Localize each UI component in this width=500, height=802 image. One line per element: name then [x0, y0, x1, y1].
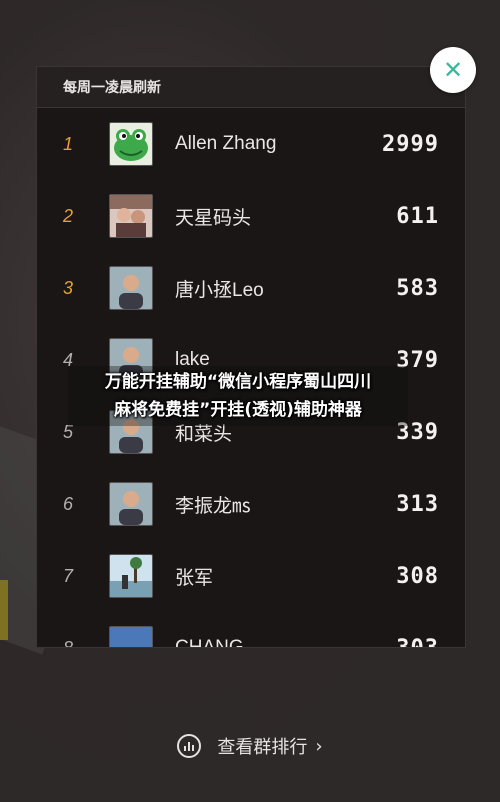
player-score: 308: [396, 563, 439, 589]
view-group-ranking-link[interactable]: 查看群排行 ›: [0, 728, 500, 764]
leaderboard-row[interactable]: 1 Allen Zhang 2999: [37, 108, 465, 180]
close-icon: ✕: [442, 56, 464, 84]
chevron-right-icon: ›: [315, 735, 323, 757]
player-name: 李振龙㎳: [175, 495, 252, 517]
player-score: 2999: [382, 131, 439, 157]
player-score: 303: [396, 635, 439, 648]
player-score: 583: [396, 275, 439, 301]
view-group-ranking-label: 查看群排行: [217, 737, 308, 758]
avatar: [109, 482, 153, 526]
player-name: CHANG: [175, 637, 244, 648]
overlay-line-2: 麻将免费挂”开挂(透视)辅助神器: [114, 400, 362, 420]
avatar: [109, 122, 153, 166]
rank-number: 3: [63, 277, 74, 298]
rank-number: 6: [63, 493, 74, 514]
leaderboard-row[interactable]: 8 CHANG 303: [37, 612, 465, 648]
rank-number: 8: [63, 637, 74, 648]
player-score: 313: [396, 491, 439, 517]
player-score: 611: [396, 203, 439, 229]
panel-header: 每周一凌晨刷新: [37, 67, 465, 108]
overlay-line-1: 万能开挂辅助“微信小程序蜀山四川: [104, 372, 372, 392]
close-button[interactable]: ✕: [430, 47, 476, 93]
player-name: 张军: [175, 567, 214, 589]
avatar: [109, 266, 153, 310]
player-name: 唐小拯Leo: [175, 279, 264, 301]
leaderboard-row[interactable]: 2 天星码头 611: [37, 180, 465, 252]
background-accent: [0, 580, 8, 640]
avatar: [109, 554, 153, 598]
player-name: Allen Zhang: [175, 133, 277, 154]
player-name: 天星码头: [175, 207, 252, 229]
bar-chart-icon: [177, 734, 202, 758]
leaderboard-row[interactable]: 6 李振龙㎳ 313: [37, 468, 465, 540]
rank-number: 1: [63, 133, 74, 154]
avatar: [109, 194, 153, 238]
leaderboard-row[interactable]: 7 张军 308: [37, 540, 465, 612]
avatar: [109, 626, 153, 647]
rank-number: 2: [63, 205, 74, 226]
leaderboard-panel: 每周一凌晨刷新 1 Allen Zhang 2999 2 天星码头 611 3 唐小拯Leo 5…: [36, 66, 466, 648]
rank-number: 7: [63, 565, 74, 586]
overlay-caption: 万能开挂辅助“微信小程序蜀山四川 麻将免费挂”开挂(透视)辅助神器: [68, 366, 408, 426]
leaderboard-row[interactable]: 3 唐小拯Leo 583: [37, 252, 465, 324]
